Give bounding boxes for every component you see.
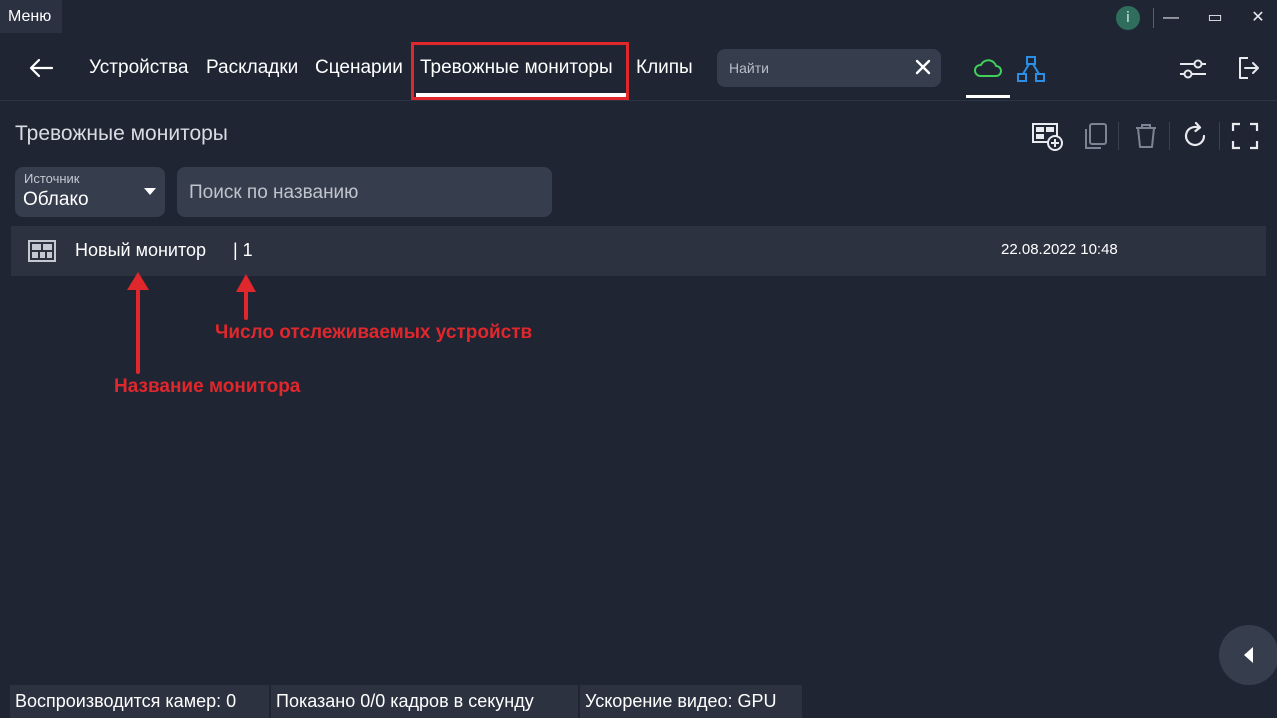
copy-icon[interactable]	[1081, 120, 1113, 152]
chevron-down-icon	[144, 188, 156, 195]
page-title: Тревожные мониторы	[15, 122, 228, 145]
info-icon[interactable]: i	[1116, 6, 1140, 30]
fullscreen-icon[interactable]	[1229, 120, 1261, 152]
status-cameras: Воспроизводится камер: 0	[10, 685, 269, 718]
toolbar-divider	[1118, 122, 1119, 150]
maximize-button[interactable]: ▭	[1200, 6, 1230, 30]
toolbar-divider	[1219, 122, 1220, 150]
tab-devices[interactable]: Устройства	[89, 57, 188, 79]
monitor-device-count: | 1	[233, 240, 253, 260]
toolbar-divider	[1169, 122, 1170, 150]
status-fps: Показано 0/0 кадров в секунду	[271, 685, 578, 718]
tab-layouts[interactable]: Раскладки	[206, 57, 298, 79]
titlebar-divider	[1153, 8, 1154, 28]
tab-scenarios[interactable]: Сценарии	[315, 57, 403, 79]
annotation-monitor-name: Название монитора	[114, 376, 301, 397]
source-select[interactable]: Источник Облако	[15, 167, 165, 217]
cloud-active-underline	[966, 95, 1010, 98]
monitor-date: 22.08.2022 10:48	[1001, 241, 1118, 258]
window-close-button[interactable]: ✕	[1243, 6, 1273, 30]
tab-clips[interactable]: Клипы	[636, 57, 693, 79]
menu-button[interactable]: Меню	[0, 0, 62, 33]
add-monitor-icon[interactable]	[1031, 120, 1063, 152]
monitor-name: Новый монитор	[75, 240, 207, 260]
highlight-box	[411, 42, 629, 100]
monitor-grid-icon	[28, 240, 56, 262]
status-video-accel: Ускорение видео: GPU	[580, 685, 802, 718]
cloud-icon[interactable]	[972, 56, 1004, 82]
source-label: Источник	[24, 171, 80, 186]
annotation-arrows	[127, 272, 256, 374]
network-icon[interactable]	[1016, 55, 1046, 83]
refresh-icon[interactable]	[1179, 120, 1211, 152]
annotation-device-count: Число отслеживаемых устройств	[215, 322, 533, 343]
global-search-input[interactable]	[727, 57, 911, 79]
close-icon[interactable]	[913, 57, 933, 77]
header-divider	[0, 100, 1277, 101]
logout-icon[interactable]	[1234, 54, 1262, 82]
name-search-input[interactable]	[187, 180, 541, 206]
settings-sliders-icon[interactable]	[1177, 56, 1209, 82]
minimize-button[interactable]: —	[1156, 6, 1186, 30]
delete-icon[interactable]	[1130, 120, 1162, 152]
source-value: Облако	[23, 189, 89, 210]
chevron-left-icon	[1244, 647, 1253, 663]
name-search-field	[177, 167, 552, 217]
back-arrow-icon[interactable]	[26, 54, 56, 82]
global-search	[717, 49, 941, 87]
list-item[interactable]: Новый монитор | 1 22.08.2022 10:48	[11, 226, 1266, 276]
panel-collapse-button[interactable]	[1219, 625, 1277, 685]
